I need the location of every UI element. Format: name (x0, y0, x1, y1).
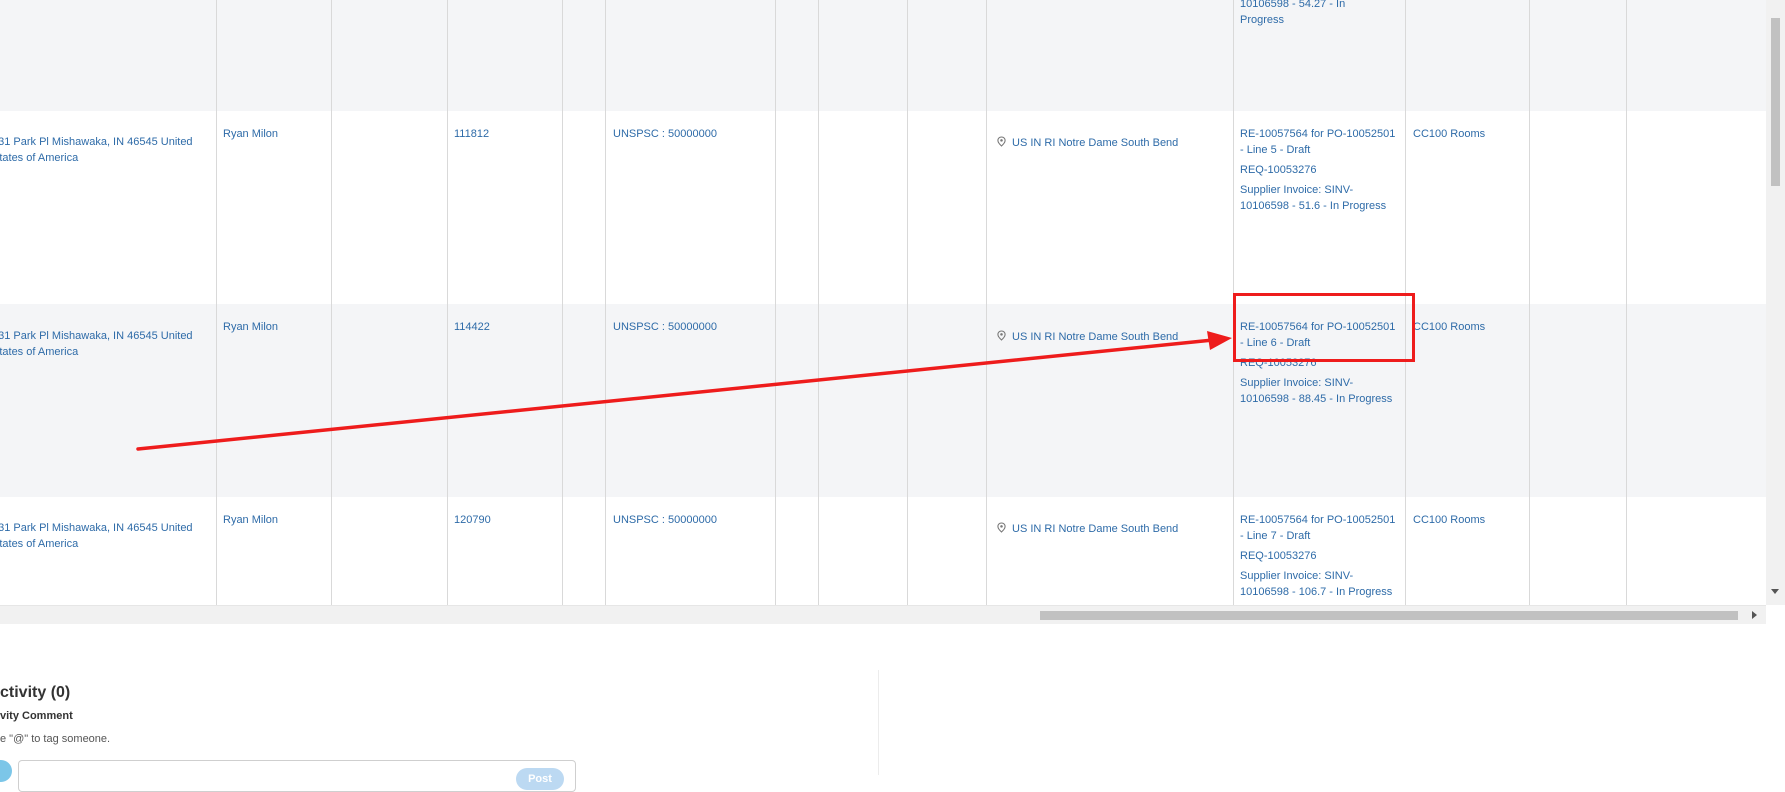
address-line: 131 Park Pl Mishawaka, IN 46545 United (0, 330, 193, 342)
column-divider (562, 0, 563, 605)
column-divider (447, 0, 448, 605)
vertical-scroll-thumb[interactable] (1771, 18, 1780, 186)
tag-hint: e "@" to tag someone. (0, 733, 111, 745)
column-divider (216, 0, 217, 605)
address-line: States of America (0, 538, 79, 550)
table-row: 10106598 - 54.27 - In Progress (0, 0, 1766, 112)
related-documents-cell: RE-10057564 for PO-10052501 - Line 5 - D… (1240, 126, 1398, 218)
category-cell[interactable]: UNSPSC : 50000000 (613, 319, 717, 335)
address-cell[interactable]: 131 Park Pl Mishawaka, IN 46545 United S… (0, 134, 197, 166)
category-cell[interactable]: UNSPSC : 50000000 (613, 512, 717, 528)
requisition-link[interactable]: REQ-10053276 (1240, 162, 1398, 178)
cost-center-cell[interactable]: CC100 Rooms (1413, 319, 1485, 335)
location-label: US IN RI Notre Dame South Bend (1012, 523, 1179, 535)
requester-cell[interactable]: Ryan Milon (223, 126, 278, 142)
item-id-cell[interactable]: 114422 (454, 319, 490, 335)
cost-center-cell[interactable]: CC100 Rooms (1413, 512, 1485, 528)
scroll-right-arrow-icon[interactable] (1752, 611, 1757, 619)
avatar (0, 760, 12, 782)
location-cell[interactable]: US IN RI Notre Dame South Bend (997, 135, 1178, 151)
requester-cell[interactable]: Ryan Milon (223, 319, 278, 335)
item-id-cell[interactable]: 111812 (454, 126, 489, 142)
column-divider (986, 0, 987, 605)
location-pin-icon (997, 522, 1006, 533)
receipt-link[interactable]: RE-10057564 for PO-10052501 - Line 5 - D… (1240, 126, 1398, 158)
table-row: 131 Park Pl Mishawaka, IN 46545 United S… (0, 111, 1766, 305)
address-line: States of America (0, 152, 79, 164)
related-link-line: 10106598 - 54.27 - In (1240, 0, 1346, 10)
column-divider (775, 0, 776, 605)
column-divider (907, 0, 908, 605)
comment-input[interactable] (18, 760, 576, 792)
location-cell[interactable]: US IN RI Notre Dame South Bend (997, 521, 1178, 537)
address-line: 131 Park Pl Mishawaka, IN 46545 United (0, 136, 193, 148)
location-pin-icon (997, 136, 1006, 147)
related-link-line: Progress (1240, 14, 1285, 26)
column-divider (1626, 0, 1627, 605)
column-divider (1529, 0, 1530, 605)
item-id-cell[interactable]: 120790 (454, 512, 491, 528)
vertical-scrollbar[interactable] (1766, 0, 1785, 605)
activity-title: ctivity (0) (0, 684, 71, 701)
location-label: US IN RI Notre Dame South Bend (1012, 331, 1179, 343)
column-divider (605, 0, 606, 605)
location-cell[interactable]: US IN RI Notre Dame South Bend (997, 329, 1178, 345)
address-line: 131 Park Pl Mishawaka, IN 46545 United (0, 522, 193, 534)
activity-section: ctivity (0) vity Comment e "@" to tag so… (0, 660, 1785, 792)
category-cell[interactable]: UNSPSC : 50000000 (613, 126, 717, 142)
requisition-lines-grid: 10106598 - 54.27 - In Progress 131 Park … (0, 0, 1766, 605)
receipt-link[interactable]: RE-10057564 for PO-10052501 - Line 7 - D… (1240, 512, 1398, 544)
horizontal-scrollbar[interactable] (0, 605, 1766, 624)
horizontal-scroll-thumb[interactable] (1040, 611, 1738, 620)
column-divider (331, 0, 332, 605)
supplier-invoice-link[interactable]: Supplier Invoice: SINV-10106598 - 106.7 … (1240, 568, 1398, 600)
activity-comment-label: vity Comment (0, 710, 73, 722)
cost-center-cell[interactable]: CC100 Rooms (1413, 126, 1485, 142)
column-divider (818, 0, 819, 605)
requisition-link[interactable]: REQ-10053276 (1240, 548, 1398, 564)
requester-cell[interactable]: Ryan Milon (223, 512, 278, 528)
related-link[interactable]: 10106598 - 54.27 - In Progress (1240, 0, 1400, 28)
supplier-invoice-link[interactable]: Supplier Invoice: SINV-10106598 - 88.45 … (1240, 375, 1398, 407)
post-button[interactable]: Post (516, 768, 564, 790)
supplier-invoice-link[interactable]: Supplier Invoice: SINV-10106598 - 51.6 -… (1240, 182, 1398, 214)
address-cell[interactable]: 131 Park Pl Mishawaka, IN 46545 United S… (0, 328, 197, 360)
highlight-box (1233, 293, 1415, 362)
table-row: 131 Park Pl Mishawaka, IN 46545 United S… (0, 497, 1766, 605)
section-divider (878, 670, 879, 775)
address-cell[interactable]: 131 Park Pl Mishawaka, IN 46545 United S… (0, 520, 197, 552)
related-documents-cell: 10106598 - 54.27 - In Progress (1240, 0, 1400, 32)
location-label: US IN RI Notre Dame South Bend (1012, 137, 1179, 149)
table-row: 131 Park Pl Mishawaka, IN 46545 United S… (0, 304, 1766, 498)
address-line: States of America (0, 346, 79, 358)
scroll-down-arrow-icon[interactable] (1771, 589, 1779, 594)
related-documents-cell: RE-10057564 for PO-10052501 - Line 7 - D… (1240, 512, 1398, 604)
location-pin-icon (997, 330, 1006, 341)
